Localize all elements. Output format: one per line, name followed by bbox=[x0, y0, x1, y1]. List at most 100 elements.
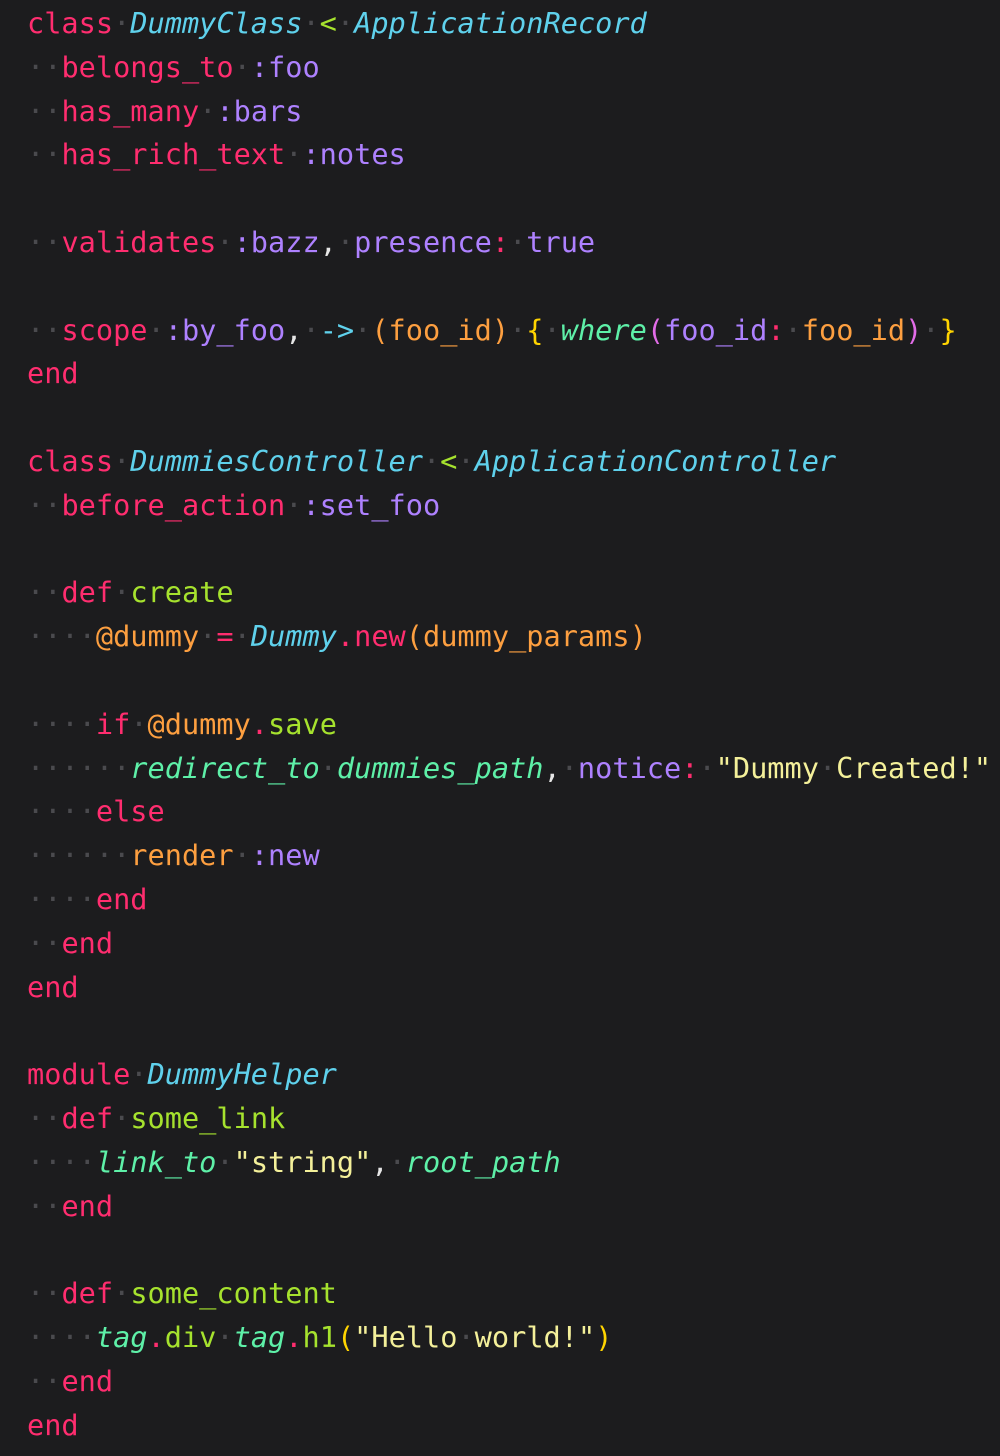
whitespace-marker: ·· bbox=[27, 93, 62, 128]
code-line[interactable] bbox=[27, 265, 1000, 309]
code-token: } bbox=[939, 312, 957, 347]
code-line[interactable]: class·DummyClass·<·ApplicationRecord bbox=[27, 2, 1000, 46]
code-token: save bbox=[268, 706, 337, 741]
code-token: end bbox=[95, 881, 148, 916]
code-token: . bbox=[285, 1319, 303, 1354]
whitespace-marker: · bbox=[130, 1057, 148, 1092]
code-token: end bbox=[61, 1188, 114, 1223]
code-line[interactable] bbox=[27, 1009, 1000, 1053]
whitespace-marker: · bbox=[113, 1276, 131, 1311]
code-line[interactable]: ··def·some_link bbox=[27, 1097, 1000, 1141]
code-line[interactable]: ····tag.div·tag.h1("Hello·world!") bbox=[27, 1316, 1000, 1360]
code-line[interactable]: ····end bbox=[27, 878, 1000, 922]
code-token: def bbox=[61, 1100, 114, 1135]
code-line[interactable]: end bbox=[27, 352, 1000, 396]
code-line[interactable]: ··scope·:by_foo,·->·(foo_id)·{·where(foo… bbox=[27, 309, 1000, 353]
code-line[interactable]: ····link_to·"string",·root_path bbox=[27, 1141, 1000, 1185]
code-token: render bbox=[130, 838, 234, 873]
code-token: tag bbox=[95, 1319, 148, 1354]
code-line[interactable]: ····if·@dummy.save bbox=[27, 703, 1000, 747]
whitespace-marker: · bbox=[302, 312, 320, 347]
code-line[interactable] bbox=[27, 659, 1000, 703]
whitespace-marker: · bbox=[336, 224, 355, 259]
whitespace-marker: ···· bbox=[27, 1319, 96, 1354]
code-token: { bbox=[526, 312, 544, 347]
whitespace-marker: ······ bbox=[27, 750, 131, 785]
code-line[interactable]: ··def·create bbox=[27, 571, 1000, 615]
whitespace-marker: · bbox=[302, 6, 320, 40]
whitespace-marker: · bbox=[784, 312, 802, 347]
code-line[interactable] bbox=[27, 396, 1000, 440]
code-token: ApplicationRecord bbox=[354, 6, 647, 40]
whitespace-marker: ·· bbox=[27, 49, 62, 84]
code-token: "string" bbox=[233, 1144, 372, 1179]
code-line[interactable]: ··def·some_content bbox=[27, 1272, 1000, 1316]
code-line[interactable]: ··end bbox=[27, 1360, 1000, 1404]
whitespace-marker: ·· bbox=[27, 925, 62, 960]
code-line[interactable] bbox=[27, 1228, 1000, 1272]
code-token: < bbox=[440, 443, 458, 478]
code-line[interactable]: ··belongs_to·:foo bbox=[27, 46, 1000, 90]
whitespace-marker: ·· bbox=[27, 575, 62, 610]
whitespace-marker: · bbox=[922, 312, 940, 347]
code-line[interactable]: end bbox=[27, 1404, 1000, 1448]
whitespace-marker: · bbox=[422, 443, 441, 478]
code-token: :by_foo bbox=[164, 312, 286, 347]
whitespace-marker: · bbox=[216, 1319, 234, 1354]
code-line[interactable]: ··end bbox=[27, 1185, 1000, 1229]
code-line[interactable]: ··before_action·:set_foo bbox=[27, 484, 1000, 528]
code-token: link_to bbox=[95, 1144, 217, 1179]
code-token: presence bbox=[354, 224, 492, 259]
code-token: dummies_path bbox=[336, 750, 544, 785]
whitespace-marker: · bbox=[509, 224, 527, 259]
code-token: if bbox=[95, 706, 131, 741]
code-token: where bbox=[560, 312, 647, 347]
code-line[interactable]: ····@dummy·=·Dummy.new(dummy_params) bbox=[27, 615, 1000, 659]
code-token: else bbox=[95, 794, 165, 829]
code-token: DummyClass bbox=[130, 6, 303, 40]
code-token: . bbox=[147, 1319, 165, 1354]
code-token: , bbox=[543, 750, 561, 785]
code-token: (foo_id) bbox=[371, 312, 510, 347]
code-token: . bbox=[250, 706, 269, 741]
code-token: tag bbox=[233, 1319, 286, 1354]
whitespace-marker: · bbox=[388, 1144, 406, 1179]
whitespace-marker: ·· bbox=[27, 1188, 62, 1223]
whitespace-marker: ······ bbox=[27, 838, 131, 873]
whitespace-marker: · bbox=[509, 312, 527, 347]
code-line[interactable]: ··has_many·:bars bbox=[27, 90, 1000, 134]
whitespace-marker: ···· bbox=[27, 1144, 96, 1179]
code-line[interactable]: class·DummiesController·<·ApplicationCon… bbox=[27, 440, 1000, 484]
whitespace-marker: · bbox=[285, 137, 303, 172]
code-line[interactable]: ····else bbox=[27, 790, 1000, 834]
code-line[interactable]: ······render·:new bbox=[27, 834, 1000, 878]
whitespace-marker: · bbox=[543, 312, 561, 347]
code-line[interactable] bbox=[27, 528, 1000, 572]
code-token: redirect_to bbox=[130, 750, 320, 785]
code-line[interactable]: module·DummyHelper bbox=[27, 1053, 1000, 1097]
code-line[interactable]: end bbox=[27, 966, 1000, 1010]
code-editor[interactable]: class·DummyClass·<·ApplicationRecord ··be… bbox=[27, 2, 1000, 1447]
code-token: : bbox=[767, 312, 785, 347]
code-token: Dummy bbox=[250, 619, 337, 654]
code-line[interactable]: ··validates·:bazz,·presence:·true bbox=[27, 221, 1000, 265]
code-line[interactable]: ··has_rich_text·:notes bbox=[27, 133, 1000, 177]
whitespace-marker: · bbox=[233, 49, 251, 84]
code-token: : bbox=[681, 750, 699, 785]
whitespace-marker: · bbox=[285, 487, 303, 522]
code-token: , bbox=[319, 224, 337, 259]
code-token: end bbox=[61, 925, 114, 960]
whitespace-marker: ·· bbox=[27, 1100, 62, 1135]
code-token: , bbox=[371, 1144, 389, 1179]
whitespace-marker: ···· bbox=[27, 794, 96, 829]
code-token: :set_foo bbox=[302, 487, 441, 522]
code-line[interactable] bbox=[27, 177, 1000, 221]
code-line[interactable]: ······redirect_to·dummies_path,·notice:·… bbox=[27, 747, 1000, 791]
code-token: :notes bbox=[302, 137, 406, 172]
code-line[interactable]: ··end bbox=[27, 922, 1000, 966]
whitespace-marker: ·· bbox=[27, 224, 62, 259]
code-token: belongs_to bbox=[61, 49, 234, 84]
code-token: foo_id bbox=[801, 312, 906, 347]
code-token: some_content bbox=[130, 1276, 337, 1311]
code-token: "Dummy bbox=[715, 750, 819, 785]
